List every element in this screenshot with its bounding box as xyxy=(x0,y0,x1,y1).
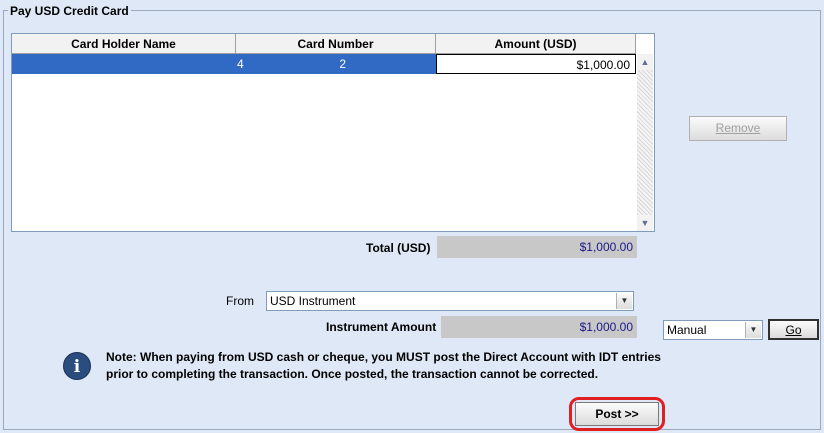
card-number-left: 4 xyxy=(237,57,244,71)
column-card-number[interactable]: Card Number xyxy=(236,34,436,54)
credit-card-grid[interactable]: Card Holder Name Card Number Amount (USD… xyxy=(11,33,655,232)
column-card-holder-name[interactable]: Card Holder Name xyxy=(12,34,236,54)
mode-select-value: Manual xyxy=(667,323,707,337)
grid-header: Card Holder Name Card Number Amount (USD… xyxy=(12,34,654,54)
card-number-right: 2 xyxy=(339,57,346,71)
post-button-highlight xyxy=(569,397,665,431)
cell-amount[interactable]: $1,000.00 xyxy=(436,54,636,74)
remove-button-label: Remove xyxy=(715,121,761,135)
instrument-amount-value: $1,000.00 xyxy=(441,316,637,338)
note-text: Note: When paying from USD cash or chequ… xyxy=(106,350,661,381)
go-button[interactable]: Go xyxy=(768,319,819,340)
scroll-up-icon[interactable]: ▲ xyxy=(637,54,653,70)
from-label: From xyxy=(226,294,254,308)
header-filler xyxy=(636,34,654,54)
remove-button[interactable]: Remove xyxy=(689,116,787,141)
group-title: Pay USD Credit Card xyxy=(8,4,131,18)
go-button-label: Go xyxy=(785,323,802,337)
mode-select[interactable]: Manual ▼ xyxy=(663,320,763,340)
from-select-value: USD Instrument xyxy=(270,294,356,308)
chevron-down-icon[interactable]: ▼ xyxy=(745,322,761,338)
scroll-down-icon[interactable]: ▼ xyxy=(637,215,653,231)
table-row[interactable]: 4 2 $1,000.00 xyxy=(12,54,636,74)
instrument-amount-label: Instrument Amount xyxy=(326,320,437,334)
from-select[interactable]: USD Instrument ▼ xyxy=(266,291,634,311)
cell-card-holder-name[interactable] xyxy=(12,54,236,74)
cell-card-number[interactable]: 4 2 xyxy=(236,54,436,74)
total-value: $1,000.00 xyxy=(437,236,637,258)
total-label: Total (USD) xyxy=(366,241,431,255)
column-amount[interactable]: Amount (USD) xyxy=(436,34,636,54)
chevron-down-icon[interactable]: ▼ xyxy=(616,293,632,309)
info-icon: i xyxy=(63,352,91,380)
vertical-scrollbar[interactable]: ▲ ▼ xyxy=(637,54,653,231)
